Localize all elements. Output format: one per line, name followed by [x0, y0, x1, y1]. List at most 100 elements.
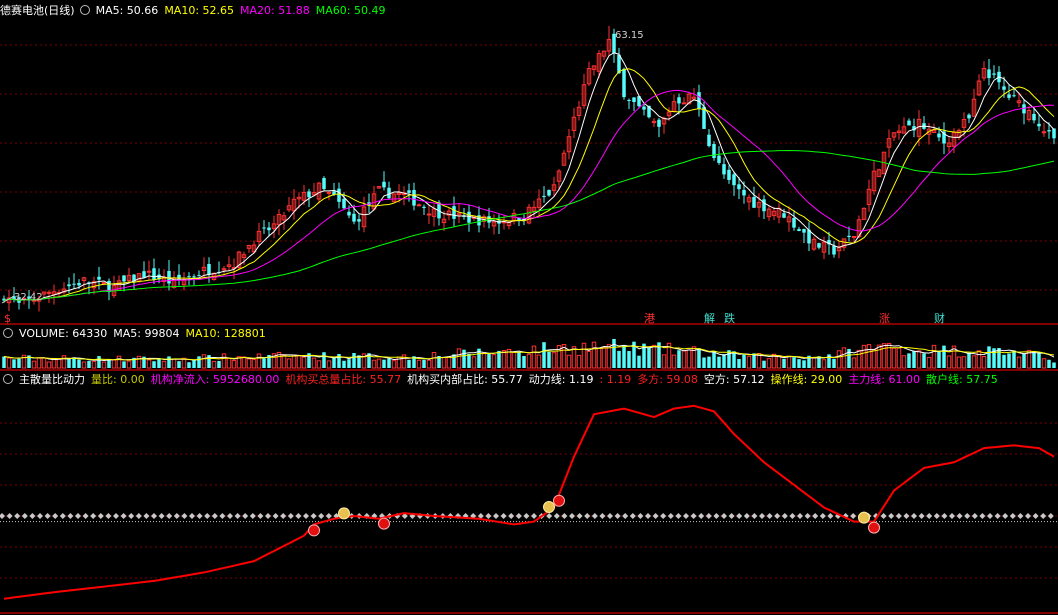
indicator-gear-icon[interactable] — [3, 374, 13, 384]
money-bag-icon — [338, 507, 350, 520]
settings-gear-icon[interactable] — [79, 5, 90, 15]
volume-bar — [6, 357, 12, 369]
candle-body — [407, 190, 411, 193]
volume-bar — [301, 356, 307, 369]
threshold-diamond — [561, 512, 568, 519]
volume-bar — [681, 350, 687, 369]
threshold-diamond — [1002, 512, 1009, 519]
volume-bar — [522, 356, 526, 368]
threshold-diamond — [667, 512, 674, 519]
volume-bar — [1007, 353, 1011, 368]
threshold-diamond — [1032, 512, 1039, 519]
threshold-diamond — [234, 512, 241, 519]
volume-bar — [441, 357, 447, 369]
threshold-diamond — [652, 512, 659, 519]
threshold-diamond — [44, 512, 51, 519]
volume-bar — [217, 360, 221, 368]
candle-body — [101, 281, 107, 284]
threshold-diamond — [1040, 512, 1047, 519]
threshold-diamond — [576, 512, 583, 519]
candle-body — [347, 211, 351, 216]
event-mark: 财 — [934, 311, 945, 325]
candle-body — [847, 235, 851, 238]
threshold-diamond — [113, 512, 119, 519]
volume-bar — [491, 354, 497, 369]
candle-body — [357, 219, 361, 222]
volume-bar — [1052, 362, 1056, 368]
volume-bar — [347, 359, 351, 368]
volume-bar — [886, 342, 892, 369]
threshold-diamond — [189, 512, 195, 519]
stock-title[interactable]: 德赛电池(日线) — [0, 4, 75, 17]
volume-label-0: VOLUME: 64330 — [19, 327, 108, 340]
volume-bar — [596, 347, 602, 369]
threshold-diamond — [971, 512, 978, 519]
candle-body — [97, 276, 101, 280]
candle-body — [627, 100, 631, 102]
threshold-diamond — [242, 512, 249, 519]
volume-bar — [446, 356, 452, 369]
candle-body — [657, 119, 661, 127]
threshold-diamond — [325, 512, 332, 519]
volume-bar — [256, 353, 262, 369]
threshold-diamond — [37, 512, 43, 519]
candle-body — [207, 263, 211, 275]
volume-bar — [601, 347, 607, 369]
volume-ma10-line — [3, 345, 1055, 361]
volume-bar — [916, 350, 922, 369]
threshold-diamond — [759, 512, 765, 519]
volume-bar — [246, 358, 252, 369]
volume-bar — [732, 351, 736, 368]
candle-body — [382, 181, 386, 188]
threshold-diamond — [987, 512, 993, 519]
ma10-line — [3, 68, 1055, 301]
candle-body — [907, 120, 911, 126]
candle-body — [742, 189, 746, 196]
volume-bar — [937, 350, 941, 368]
indicator-legend: 主散量比动力 量比: 0.00 机构净流入: 5952680.00 机构买总量占比: … — [19, 373, 1004, 386]
threshold-diamond — [29, 512, 36, 519]
candle-body — [752, 197, 756, 208]
volume-bar — [487, 353, 491, 368]
volume-bar — [221, 353, 227, 369]
volume-bar — [647, 347, 651, 368]
threshold-diamond — [607, 512, 613, 519]
volume-bar — [17, 358, 21, 368]
candle-body — [467, 211, 471, 223]
volume-gear-icon[interactable] — [3, 328, 13, 338]
candle-body — [1032, 113, 1036, 121]
volume-label-2: MA10: 128801 — [185, 327, 266, 340]
volume-bar — [526, 353, 532, 369]
volume-bar — [591, 341, 597, 369]
volume-bar — [12, 359, 16, 368]
threshold-diamond — [599, 512, 606, 519]
volume-bar — [967, 352, 971, 368]
threshold-diamond — [257, 512, 264, 519]
volume-bar — [821, 359, 827, 369]
volume-bar — [1047, 359, 1051, 368]
threshold-diamond — [850, 512, 857, 519]
volume-bar — [1037, 352, 1041, 368]
volume-bar — [511, 351, 517, 369]
indicator-label-5: 动力线: 1.19 — [528, 373, 594, 386]
candle-body — [802, 229, 806, 233]
threshold-diamond — [143, 512, 150, 519]
volume-bar — [896, 347, 902, 369]
volume-bar — [207, 355, 211, 368]
volume-bar — [956, 356, 962, 369]
threshold-diamond — [804, 512, 811, 519]
volume-bar — [251, 359, 257, 369]
volume-bar — [376, 358, 382, 369]
threshold-diamond — [637, 512, 644, 519]
candle-body — [422, 206, 426, 208]
volume-bar — [391, 360, 397, 369]
indicator-label-9: 操作线: 29.00 — [770, 373, 843, 386]
volume-bar — [31, 360, 37, 369]
threshold-diamond — [173, 512, 180, 519]
threshold-diamond — [705, 512, 712, 519]
threshold-diamond — [135, 512, 142, 519]
threshold-diamond — [531, 512, 537, 519]
indicator-label-3: 机构买总量占比: 55.77 — [285, 373, 402, 386]
volume-bar — [901, 355, 907, 369]
threshold-diamond — [698, 512, 705, 519]
